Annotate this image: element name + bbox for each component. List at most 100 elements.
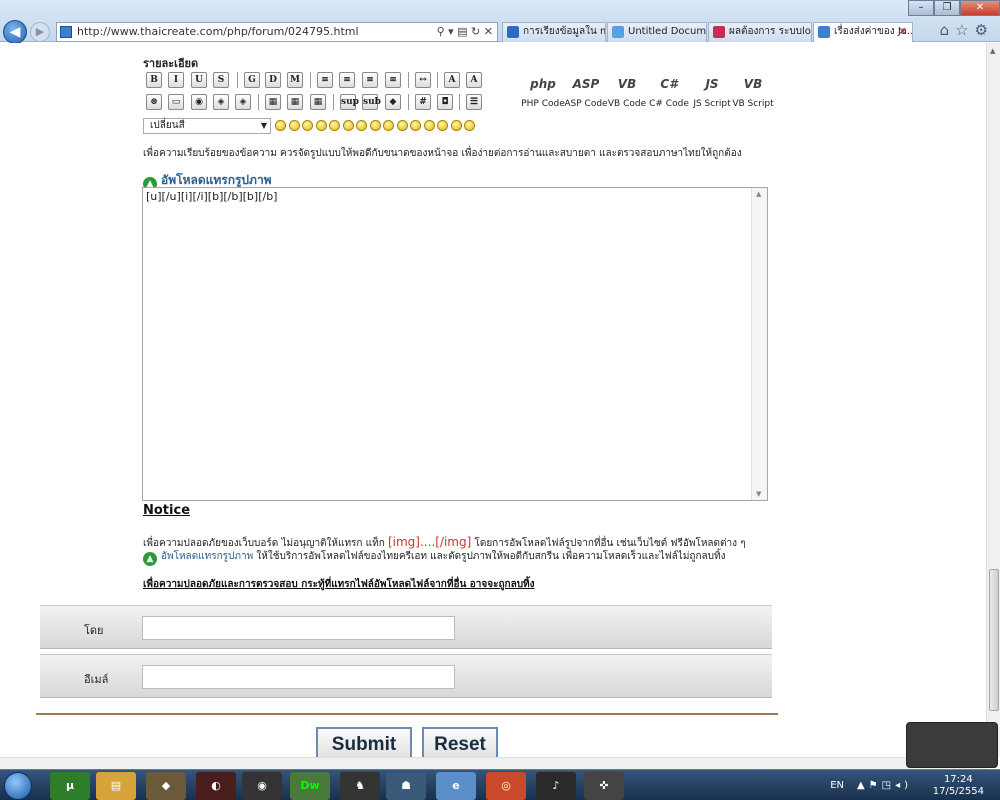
- close-tab-icon[interactable]: ✕: [898, 23, 907, 41]
- scroll-up-icon[interactable]: ▲: [756, 190, 761, 198]
- clock[interactable]: 17:24 17/5/2554: [933, 774, 984, 798]
- format-button[interactable]: D: [265, 72, 281, 88]
- format-button[interactable]: U: [191, 72, 207, 88]
- toolbar-separator: [408, 94, 409, 110]
- notice-line2-text: ให้ใช้บริการอัพโหลดไฟล์ของไทยครีเอท และต…: [256, 551, 726, 562]
- smiley-icon[interactable]: [423, 120, 435, 131]
- back-button[interactable]: ◀: [3, 20, 27, 44]
- maximize-button[interactable]: ❐: [934, 0, 960, 16]
- dreamweaver-icon[interactable]: Dw: [290, 772, 330, 800]
- format-button[interactable]: ▭: [168, 94, 184, 110]
- users-icon[interactable]: ☗: [386, 772, 426, 800]
- submit-button[interactable]: Submit: [316, 727, 412, 757]
- close-window-button[interactable]: ✕: [960, 0, 1000, 16]
- tray-icons[interactable]: ▲⚑◳◂): [857, 780, 912, 791]
- format-button[interactable]: ↔: [415, 72, 431, 88]
- format-button[interactable]: A: [466, 72, 482, 88]
- chrome-icon[interactable]: ◎: [486, 772, 526, 800]
- format-button[interactable]: ≡: [362, 72, 378, 88]
- eye-icon[interactable]: ◉: [242, 772, 282, 800]
- scroll-thumb[interactable]: [989, 569, 999, 711]
- upload-icon: ▲: [143, 552, 157, 566]
- guitar-icon[interactable]: ♪: [536, 772, 576, 800]
- format-button[interactable]: ▦: [310, 94, 326, 110]
- ie-toolbar-icons[interactable]: ⌂☆⚙: [940, 21, 994, 39]
- by-input[interactable]: [142, 616, 455, 640]
- game-icon[interactable]: ◆: [146, 772, 186, 800]
- format-button[interactable]: B: [146, 72, 162, 88]
- smiley-icon[interactable]: [315, 120, 327, 131]
- detail-label: รายละเอียด: [143, 57, 199, 70]
- format-button[interactable]: ≡: [317, 72, 333, 88]
- format-button[interactable]: sub: [362, 94, 381, 110]
- format-button[interactable]: ▦: [287, 94, 303, 110]
- textarea-scrollbar[interactable]: ▲ ▼: [751, 188, 767, 500]
- windows-taskbar: µ ▤ ◆ ◐ ◉ Dw ♞ ☗ e ◎ ♪ ✜ EN ▲⚑◳◂) 17:24 …: [0, 769, 1000, 800]
- address-bar[interactable]: http://www.thaicreate.com/php/forum/0247…: [56, 22, 498, 42]
- smiley-icon[interactable]: [275, 120, 286, 131]
- tab-2[interactable]: Untitled Document: [607, 22, 707, 42]
- format-button[interactable]: I: [168, 72, 184, 88]
- vbscript-icon: VB: [743, 77, 763, 91]
- horizontal-scrollbar[interactable]: [0, 757, 986, 769]
- scroll-up-icon[interactable]: ▲: [990, 47, 995, 55]
- browser-titlebar: – ❐ ✕ ◀ ▶ http://www.thaicreate.com/php/…: [0, 0, 1000, 44]
- format-button[interactable]: ◆: [385, 94, 401, 110]
- tab-4-active[interactable]: เรื่องส่งค่าของ Ja... ✕: [813, 22, 913, 42]
- email-label: อีเมล์: [84, 673, 109, 686]
- smiley-icon[interactable]: [437, 120, 448, 131]
- address-tools-icon[interactable]: ⚲ ▾ ▤ ↻ ✕: [437, 23, 493, 41]
- explorer-icon[interactable]: ▤: [96, 772, 136, 800]
- format-button[interactable]: ◉: [191, 94, 207, 110]
- format-button[interactable]: G: [244, 72, 260, 88]
- scroll-down-icon[interactable]: ▼: [756, 490, 761, 498]
- reset-button[interactable]: Reset: [422, 727, 498, 757]
- forward-button[interactable]: ▶: [30, 22, 50, 42]
- smiley-icon[interactable]: [383, 120, 394, 131]
- notice-upload-link[interactable]: อัพโหลดแทรกรูปภาพ: [161, 551, 253, 562]
- minimize-button[interactable]: –: [908, 0, 934, 16]
- format-button[interactable]: S: [213, 72, 229, 88]
- format-button[interactable]: ◈: [235, 94, 251, 110]
- format-button[interactable]: ≡: [385, 72, 401, 88]
- format-button[interactable]: A: [444, 72, 460, 88]
- smiley-icon[interactable]: [342, 120, 354, 131]
- tab-1[interactable]: การเรียงข้อมูลใน m...: [502, 22, 606, 42]
- format-button[interactable]: ▦: [265, 94, 281, 110]
- format-button[interactable]: sup: [340, 94, 359, 110]
- format-button[interactable]: ☰: [466, 94, 482, 110]
- utorrent-icon[interactable]: µ: [50, 772, 90, 800]
- smiley-icon[interactable]: [369, 120, 381, 131]
- format-button[interactable]: ◘: [437, 94, 453, 110]
- joystick-icon[interactable]: ✜: [584, 772, 624, 800]
- format-button[interactable]: ◈: [213, 94, 229, 110]
- page-scrollbar[interactable]: ▲: [986, 43, 1000, 757]
- floating-widget[interactable]: [906, 722, 998, 768]
- toolbar-separator: [237, 72, 238, 88]
- email-input[interactable]: [142, 665, 455, 689]
- start-button[interactable]: [4, 772, 32, 800]
- smiley-icon[interactable]: [396, 120, 408, 131]
- language-indicator[interactable]: EN: [830, 780, 844, 791]
- smiley-icon[interactable]: [450, 120, 462, 131]
- notice-line2: ▲ อัพโหลดแทรกรูปภาพ ให้ใช้บริการอัพโหลดไฟ…: [143, 549, 726, 566]
- smiley-icon[interactable]: [302, 120, 313, 131]
- ie-icon[interactable]: e: [436, 772, 476, 800]
- fox-icon[interactable]: ♞: [340, 772, 380, 800]
- message-textarea[interactable]: [u][/u][i][/i][b][/b][b][/b] ▲ ▼: [142, 187, 768, 501]
- smiley-icon[interactable]: [288, 120, 300, 131]
- clock-time: 17:24: [943, 774, 973, 785]
- format-button[interactable]: ≡: [339, 72, 355, 88]
- tab-3[interactable]: ผลต้องการ ระบบlog...: [708, 22, 812, 42]
- color-select[interactable]: เปลี่ยนสี ▼: [143, 118, 271, 134]
- tab-label: การเรียงข้อมูลใน m...: [523, 26, 605, 37]
- smiley-icon[interactable]: [410, 120, 421, 131]
- smiley-icon[interactable]: [356, 120, 367, 131]
- media-icon[interactable]: ◐: [196, 772, 236, 800]
- format-button[interactable]: ⊛: [146, 94, 162, 110]
- smiley-icon[interactable]: [464, 120, 475, 131]
- smiley-icon[interactable]: [329, 120, 340, 131]
- format-button[interactable]: M: [287, 72, 303, 88]
- format-button[interactable]: #: [415, 94, 431, 110]
- vb-script-button[interactable]: VB VB Script: [728, 71, 778, 109]
